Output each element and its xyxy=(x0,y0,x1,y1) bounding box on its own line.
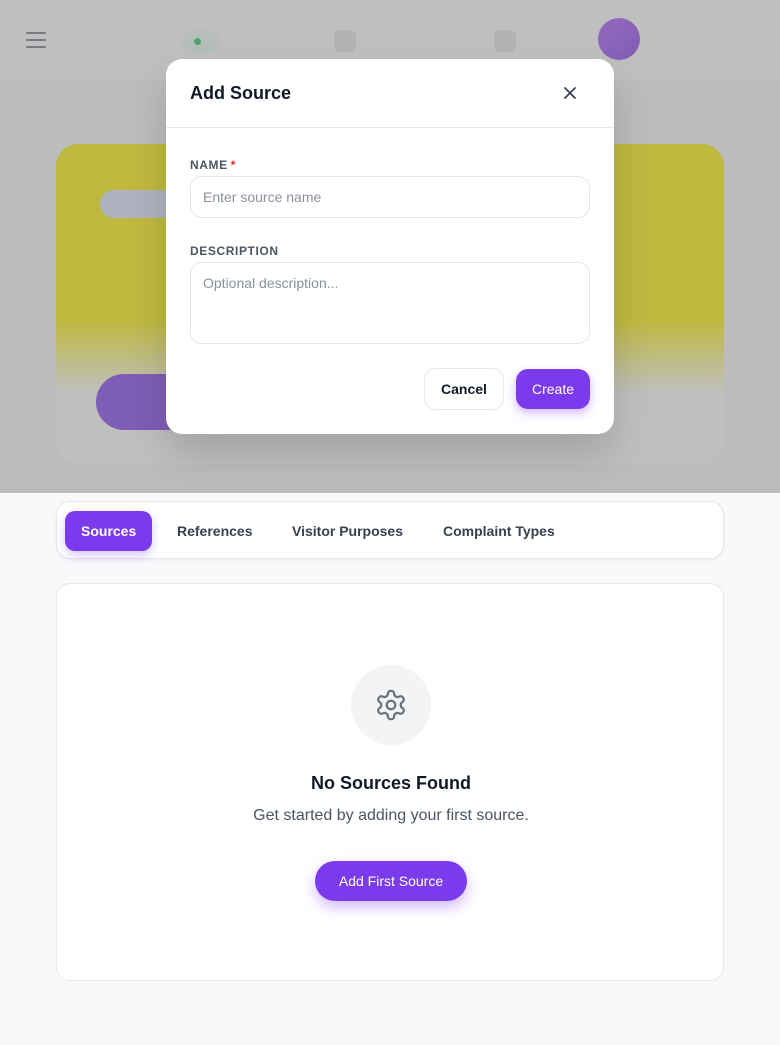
gear-icon xyxy=(377,689,405,721)
cancel-button[interactable]: Cancel xyxy=(424,368,504,410)
create-button[interactable]: Create xyxy=(516,369,590,409)
name-label-text: NAME xyxy=(190,158,228,172)
tab-sources[interactable]: Sources xyxy=(65,511,153,551)
modal-title: Add Source xyxy=(190,83,292,103)
tab-complaint-types[interactable]: Complaint Types xyxy=(443,511,555,551)
add-source-modal: Add Source NAME* DESCRIPTION Cancel Crea… xyxy=(166,59,614,434)
close-icon xyxy=(564,87,576,99)
source-description-input[interactable] xyxy=(190,262,590,344)
empty-state-icon-container xyxy=(351,665,431,745)
name-field-label: NAME * xyxy=(190,158,236,172)
required-indicator: * xyxy=(230,158,237,172)
sources-empty-state-card: No Sources Found Get started by adding y… xyxy=(56,583,724,981)
empty-state-title: No Sources Found xyxy=(310,773,471,793)
settings-tabs: Sources References Visitor Purposes Comp… xyxy=(56,501,724,559)
add-first-source-button[interactable]: Add First Source xyxy=(315,861,467,901)
tab-visitor-purposes[interactable]: Visitor Purposes xyxy=(292,511,403,551)
empty-state-subtitle: Get started by adding your first source. xyxy=(253,807,529,824)
description-field-label: DESCRIPTION xyxy=(190,244,279,258)
tab-references[interactable]: References xyxy=(177,511,253,551)
source-name-input[interactable] xyxy=(190,176,590,218)
close-button[interactable] xyxy=(558,81,582,105)
modal-header: Add Source xyxy=(166,59,614,128)
